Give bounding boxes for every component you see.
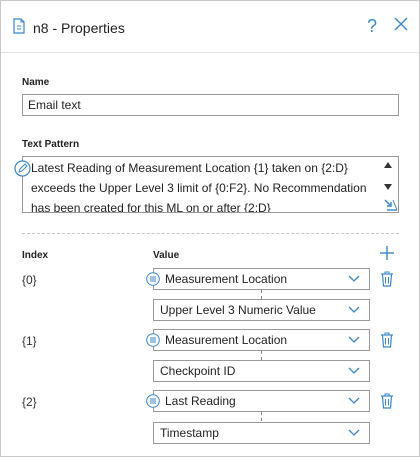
add-icon[interactable]	[378, 244, 396, 262]
row-index: {1}	[22, 334, 37, 348]
list-icon[interactable]	[146, 333, 160, 347]
primary-select[interactable]: Last Reading	[153, 390, 370, 412]
help-button[interactable]: ?	[367, 16, 377, 37]
list-icon[interactable]	[146, 394, 160, 408]
properties-panel: n8 - Properties ? Name Text Pattern Late…	[0, 0, 420, 457]
primary-select-value: Measurement Location	[165, 272, 288, 286]
window-title: n8 - Properties	[33, 20, 125, 36]
secondary-select-value: Upper Level 3 Numeric Value	[160, 303, 316, 317]
text-pattern-line: exceeds the Upper Level 3 limit of {0:F2…	[31, 181, 367, 195]
field-connector	[261, 412, 262, 421]
secondary-select[interactable]: Upper Level 3 Numeric Value	[153, 299, 370, 321]
edit-pattern-icon[interactable]	[14, 160, 31, 177]
section-divider	[22, 233, 399, 234]
primary-select-value: Measurement Location	[165, 333, 288, 347]
field-connector	[261, 290, 262, 299]
delete-icon[interactable]	[380, 271, 394, 287]
text-pattern-textarea[interactable]: Latest Reading of Measurement Location {…	[22, 156, 399, 213]
primary-select-value: Last Reading	[165, 394, 236, 408]
secondary-select-value: Timestamp	[160, 426, 219, 440]
chevron-down-icon	[348, 397, 360, 404]
primary-select[interactable]: Measurement Location	[153, 329, 370, 351]
text-pattern-label: Text Pattern	[22, 139, 80, 150]
scroll-down-icon[interactable]	[383, 183, 393, 191]
row-index: {0}	[22, 273, 37, 287]
close-icon[interactable]	[392, 14, 410, 34]
chevron-down-icon	[348, 306, 360, 313]
scroll-up-icon[interactable]	[383, 161, 393, 169]
secondary-select[interactable]: Checkpoint ID	[153, 360, 370, 382]
chevron-down-icon	[348, 367, 360, 374]
chevron-down-icon	[348, 429, 360, 436]
field-connector	[261, 351, 262, 360]
list-icon[interactable]	[146, 272, 160, 286]
chevron-down-icon	[348, 275, 360, 282]
text-pattern-line: Latest Reading of Measurement Location {…	[31, 161, 348, 175]
delete-icon[interactable]	[380, 332, 394, 348]
index-column-header: Index	[22, 250, 49, 261]
value-column-header: Value	[153, 250, 180, 261]
primary-select[interactable]: Measurement Location	[153, 268, 370, 290]
secondary-select-value: Checkpoint ID	[160, 364, 236, 378]
name-input[interactable]	[22, 94, 399, 116]
secondary-select[interactable]: Timestamp	[153, 422, 370, 444]
title-bar: n8 - Properties ?	[1, 1, 419, 53]
text-pattern-line: has been created for this ML on or after…	[31, 201, 271, 213]
document-icon	[13, 18, 25, 34]
expand-icon[interactable]	[384, 199, 398, 211]
text-pattern-content: Latest Reading of Measurement Location {…	[31, 158, 379, 213]
delete-icon[interactable]	[380, 393, 394, 409]
row-index: {2}	[22, 395, 37, 409]
name-label: Name	[22, 77, 50, 88]
chevron-down-icon	[348, 336, 360, 343]
